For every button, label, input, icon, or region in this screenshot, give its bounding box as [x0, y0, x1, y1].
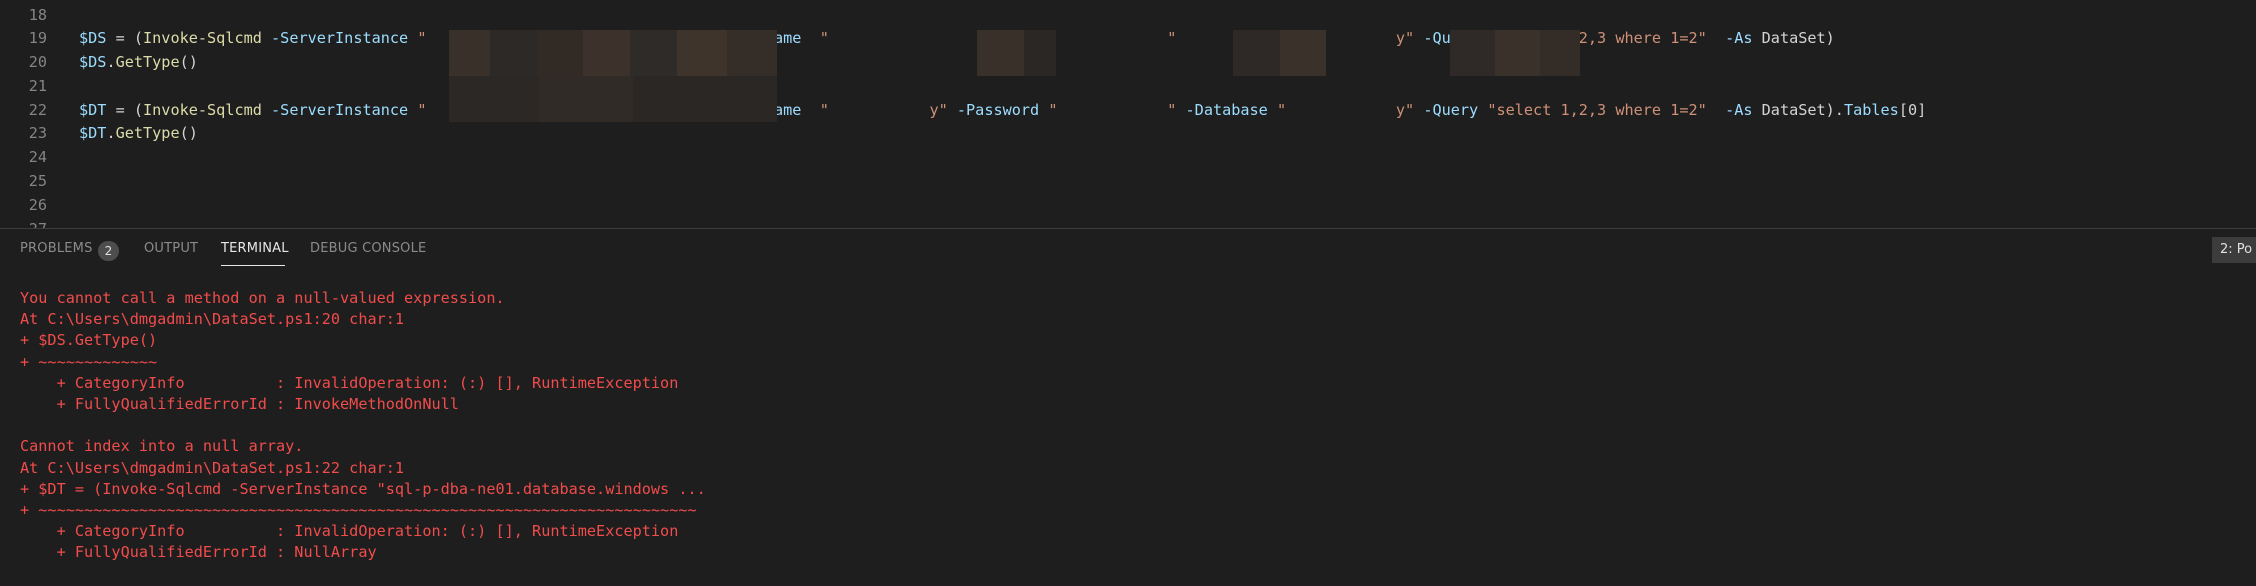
code-text: $DT.GetType()	[79, 122, 198, 145]
terminal-line: + ~~~~~~~~~~~~~	[20, 352, 158, 371]
code-token: GetType	[115, 124, 180, 142]
terminal-line: + CategoryInfo : InvalidOperation: (:) […	[20, 522, 679, 541]
code-token: .	[106, 53, 116, 71]
terminal-line: + $DT = (Invoke-Sqlcmd -ServerInstance "…	[20, 479, 706, 498]
code-token: $DS	[79, 53, 107, 71]
code-editor[interactable]: 18 19 $DS = (Invoke-Sqlcmd -ServerInstance…	[0, 0, 2256, 228]
code-token: -Query	[1414, 101, 1488, 119]
line-number: 19	[28, 29, 47, 47]
code-token: y"	[929, 101, 948, 119]
code-token: Invoke-Sqlcmd	[143, 29, 262, 47]
terminal-line: + FullyQualifiedErrorId : NullArray	[20, 543, 377, 562]
code-token: Invoke-Sqlcmd	[143, 101, 262, 119]
code-token: "	[1048, 101, 1058, 119]
code-token: -As	[1706, 101, 1762, 119]
line-number: 22	[28, 101, 47, 119]
problems-count-badge: 2	[98, 241, 119, 261]
redacted-username	[930, 30, 1056, 76]
code-text: $DS.GetType()	[79, 51, 198, 74]
code-token: GetType	[115, 53, 180, 71]
line-number: 23	[28, 124, 47, 142]
tab-debug-console[interactable]: DEBUG CONSOLE	[310, 241, 426, 256]
terminal-line: + FullyQualifiedErrorId : InvokeMethodOn…	[20, 395, 459, 413]
terminal-line: At C:\Users\dmgadmin\DataSet.ps1:20 char…	[20, 310, 405, 329]
code-token: y"	[1395, 101, 1415, 119]
code-token: = (	[106, 101, 144, 119]
code-token: "	[417, 29, 427, 47]
code-token: $DT	[79, 101, 107, 119]
code-token: Tables	[1843, 101, 1899, 119]
code-token: DataSet)	[1761, 29, 1835, 47]
code-token: .	[106, 124, 116, 142]
code-token: -ServerInstance	[261, 101, 418, 119]
tab-terminal[interactable]: TERMINAL	[221, 241, 289, 256]
code-token: -Database	[1176, 101, 1277, 119]
terminal-line: + $DS.GetType()	[20, 331, 158, 350]
code-token: -As	[1706, 29, 1762, 47]
tab-output[interactable]: OUTPUT	[144, 241, 198, 256]
terminal-output[interactable]: You cannot call a method on a null-value…	[0, 273, 2256, 586]
code-token: y"	[1395, 29, 1415, 47]
tab-problems[interactable]: PROBLEMS	[20, 241, 93, 256]
line-number: 21	[28, 77, 47, 95]
code-token: -Password	[947, 101, 1049, 119]
line-number: 25	[28, 172, 47, 190]
redacted-server-instance-2	[449, 76, 777, 122]
active-tab-indicator	[221, 265, 285, 266]
code-text: $DT = (Invoke-Sqlcmd -ServerInstance " t…	[79, 99, 1926, 122]
code-token: "	[1276, 101, 1287, 119]
line-number: 20	[28, 53, 47, 71]
line-number: 26	[28, 196, 47, 214]
terminal-line: You cannot call a method on a null-value…	[20, 289, 505, 307]
code-token: ()	[179, 124, 198, 142]
redacted-password	[1186, 30, 1326, 76]
line-number: 24	[28, 148, 47, 166]
code-token: -ServerInstance	[261, 29, 418, 47]
code-token: "	[417, 101, 427, 119]
terminal-instance-dropdown[interactable]: 2: Po	[2212, 237, 2256, 263]
code-token: "	[819, 29, 829, 47]
line-number: 18	[28, 6, 47, 24]
code-token: = (	[106, 29, 144, 47]
panel-tab-bar: PROBLEMS 2 OUTPUT TERMINAL DEBUG CONSOLE…	[0, 229, 2256, 273]
redacted-database	[1450, 30, 1580, 76]
redacted-server-instance	[449, 30, 777, 76]
code-token: "select 1,2,3 where 1=2"	[1487, 101, 1707, 119]
line-number: 27	[0, 218, 47, 228]
terminal-line: At C:\Users\dmgadmin\DataSet.ps1:22 char…	[20, 458, 405, 477]
terminal-line: + ~~~~~~~~~~~~~~~~~~~~~~~~~~~~~~~~~~~~~~…	[20, 501, 697, 519]
code-token: DataSet).	[1761, 101, 1844, 119]
code-token: $DT	[79, 124, 107, 142]
code-token: [0]	[1898, 101, 1927, 119]
code-token: $DS	[79, 29, 107, 47]
code-token: "	[819, 101, 829, 119]
terminal-line: + CategoryInfo : InvalidOperation: (:) […	[20, 373, 679, 392]
code-token: ()	[179, 53, 198, 71]
terminal-line: Cannot index into a null array.	[20, 437, 304, 456]
